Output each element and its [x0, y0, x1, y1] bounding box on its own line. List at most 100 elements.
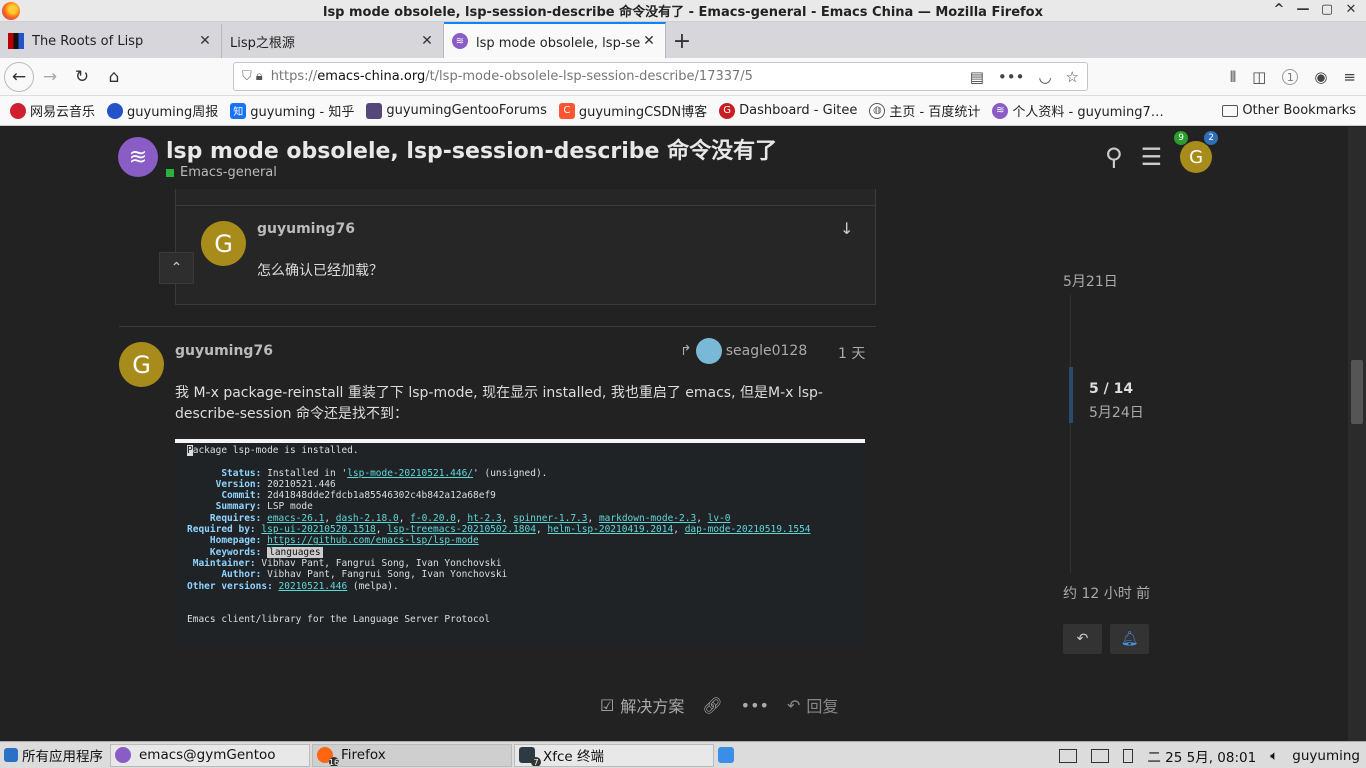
- status-link: lsp-mode-20210521.446/: [347, 467, 474, 479]
- home-button[interactable]: ⌂: [98, 61, 130, 93]
- screenshot-tool-icon[interactable]: [718, 747, 734, 763]
- scrollbar-thumb[interactable]: [1351, 360, 1363, 424]
- hamburger-menu-icon[interactable]: ≡: [1343, 68, 1356, 86]
- window-controls: ^ — ▢ ✕: [1272, 2, 1358, 17]
- topic-title[interactable]: lsp mode obsolele, lsp-session-describe …: [166, 133, 777, 165]
- timeline-track[interactable]: [1070, 295, 1071, 573]
- forward-button[interactable]: →: [34, 61, 66, 93]
- xfce-logo-icon: [4, 748, 18, 762]
- csdn-icon: C: [558, 102, 575, 119]
- post-time[interactable]: 1 天: [838, 343, 865, 363]
- task-label: emacs@gymGentoo: [139, 747, 276, 763]
- keyboard-icon[interactable]: [1091, 748, 1110, 763]
- back-button[interactable]: ←: [4, 61, 34, 92]
- reader-view-icon[interactable]: ▤: [970, 68, 984, 86]
- page-actions-icon[interactable]: •••: [998, 68, 1025, 86]
- tracking-shield-icon[interactable]: ⛉: [242, 69, 252, 84]
- tab-close-icon[interactable]: ✕: [419, 33, 435, 49]
- private-mask-icon[interactable]: ◉: [1314, 68, 1327, 86]
- volume-icon[interactable]: 🔈︎: [1270, 748, 1278, 764]
- other-versions-post: (melpa).: [352, 580, 399, 592]
- keywords-key: Keywords:: [209, 546, 262, 558]
- other-bookmarks[interactable]: Other Bookmarks: [1222, 103, 1356, 118]
- user-avatar[interactable]: G 9 2: [1174, 131, 1219, 173]
- window-shade-button[interactable]: ^: [1272, 2, 1286, 17]
- timeline-end-date[interactable]: 约 12 小时 前: [1063, 583, 1150, 603]
- reply-button[interactable]: ↶ 回复: [787, 693, 838, 717]
- quote-divider: [175, 205, 876, 206]
- user-name[interactable]: guyuming: [1292, 748, 1360, 764]
- bookmark-baidu-tongji[interactable]: ◍ 主页 - 百度统计: [869, 101, 980, 120]
- desktop-taskbar: 所有应用程序 emacs@gymGentoo 16 Firefox 7 Xfce…: [0, 741, 1366, 768]
- quote-username[interactable]: guyuming76: [257, 221, 355, 237]
- timeline-position-date: 5月24日: [1089, 405, 1144, 421]
- emacs-package-screenshot[interactable]: Package lsp-mode is installed. Status: I…: [175, 439, 865, 643]
- applications-menu[interactable]: 所有应用程序: [0, 745, 108, 765]
- chevron-up-icon[interactable]: ⌃: [159, 252, 194, 284]
- new-tab-button[interactable]: +: [666, 24, 698, 58]
- clock[interactable]: 二 25 5月, 08:01: [1147, 746, 1256, 766]
- requires-link: lv-0: [707, 512, 731, 524]
- bookmarks-toolbar: 网易云音乐 guyuming周报 知 guyuming - 知乎 guyuming…: [0, 96, 1366, 126]
- library-icon[interactable]: ⫴: [1230, 68, 1236, 86]
- site-logo[interactable]: ≋: [118, 137, 158, 177]
- bookmark-label: guyumingCSDN博客: [578, 105, 708, 120]
- search-icon[interactable]: ⚲: [1105, 143, 1123, 171]
- tab-close-icon[interactable]: ✕: [197, 33, 213, 49]
- post-username[interactable]: guyuming76: [175, 343, 273, 359]
- pocket-icon[interactable]: ◡: [1038, 68, 1051, 86]
- arrow-down-icon[interactable]: ↓: [840, 219, 853, 238]
- quote-avatar[interactable]: G: [201, 221, 246, 266]
- quoted-post: [175, 189, 876, 305]
- bookmark-gentoo-forums[interactable]: guyumingGentooForums: [366, 102, 547, 119]
- bookmark-zhihu[interactable]: 知 guyuming - 知乎: [230, 101, 354, 120]
- bookmark-profile[interactable]: ≋ 个人资料 - guyuming7…: [992, 101, 1164, 120]
- bookmark-gitee[interactable]: G Dashboard - Gitee: [719, 102, 857, 119]
- tab-title: Lisp之根源: [230, 35, 295, 51]
- tab-lisp-roots-cn[interactable]: Lisp之根源 ✕: [222, 24, 444, 58]
- task-emacs[interactable]: emacs@gymGentoo: [110, 743, 310, 767]
- share-link-button[interactable]: 🔗︎: [702, 696, 722, 715]
- topic-category[interactable]: Emacs-general: [166, 165, 277, 180]
- window-count: 16: [328, 757, 340, 767]
- bookmark-star-icon[interactable]: ☆: [1066, 68, 1079, 86]
- summary-key: Summary:: [215, 501, 262, 513]
- timeline-reply-button[interactable]: ↶: [1063, 624, 1102, 654]
- page-scrollbar[interactable]: [1348, 127, 1366, 741]
- lock-icon[interactable]: 🔒︎: [256, 69, 263, 84]
- bookmark-guyuming-weekly[interactable]: guyuming周报: [107, 101, 218, 120]
- battery-icon[interactable]: [1123, 748, 1134, 763]
- timeline-handle[interactable]: [1069, 367, 1073, 423]
- tab-roots-of-lisp[interactable]: The Roots of Lisp ✕: [0, 24, 222, 58]
- notification-count-icon[interactable]: 1: [1282, 69, 1299, 85]
- more-actions-button[interactable]: •••: [741, 696, 769, 715]
- task-terminal[interactable]: 7 Xfce 终端: [514, 743, 714, 767]
- bookmark-csdn[interactable]: CguyumingCSDN博客: [558, 101, 708, 120]
- requires-link: spinner-1.7.3: [513, 512, 588, 524]
- hamburger-menu-icon[interactable]: ☰: [1141, 143, 1163, 171]
- mail-icon[interactable]: [1059, 748, 1078, 763]
- window-minimize-button[interactable]: —: [1296, 2, 1310, 17]
- other-versions-link: 20210521.446: [278, 580, 348, 592]
- maintainer-key: Maintainer:: [192, 557, 256, 569]
- solution-button[interactable]: ☑ 解决方案: [600, 693, 684, 717]
- tab-close-icon[interactable]: ✕: [641, 33, 657, 49]
- checkbox-icon: ☑: [600, 695, 615, 715]
- url-bar[interactable]: ⛉ 🔒︎ https:// emacs-china.org /t/lsp-mod…: [233, 62, 1088, 91]
- globe-icon: ◍: [869, 102, 886, 119]
- sidebar-icon[interactable]: ◫: [1252, 68, 1266, 86]
- keywords-button: languages: [267, 546, 323, 558]
- post-avatar[interactable]: G: [119, 342, 164, 387]
- navigation-toolbar: ← → ↻ ⌂ ⛉ 🔒︎ https:// emacs-china.org /t…: [0, 58, 1366, 96]
- notification-bell-button[interactable]: 🔔︎: [1110, 624, 1149, 654]
- reply-label: 回复: [806, 697, 839, 716]
- task-firefox[interactable]: 16 Firefox: [312, 743, 512, 767]
- window-maximize-button[interactable]: ▢: [1320, 2, 1334, 17]
- window-close-button[interactable]: ✕: [1344, 2, 1358, 17]
- timeline-start-date[interactable]: 5月21日: [1063, 271, 1118, 291]
- reload-button[interactable]: ↻: [66, 61, 98, 93]
- tab-lsp-mode-obsolele[interactable]: ≋ lsp mode obsolele, lsp-session-describ…: [444, 22, 666, 58]
- reply-to-indicator[interactable]: ↱ seagle0128: [680, 338, 807, 364]
- bookmark-label: 个人资料 - guyuming7…: [1012, 105, 1164, 120]
- bookmark-netease-music[interactable]: 网易云音乐: [10, 101, 95, 120]
